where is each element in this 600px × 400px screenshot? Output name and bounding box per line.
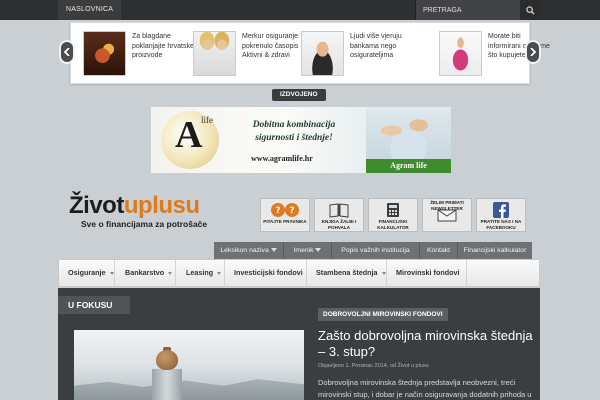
- subnav-item-kontakt[interactable]: Kontakt: [420, 242, 458, 259]
- subnav-item-imenik[interactable]: Imenik: [284, 242, 332, 259]
- mainnav-item-label: Mirovinski fondovi: [396, 268, 460, 277]
- quick-link-label: KNJIGA ŽALBI I POHVALA: [321, 219, 357, 230]
- nav-home-link[interactable]: NASLOVNICA: [58, 0, 122, 20]
- ad-banner[interactable]: A life Dobitna kombinacija sigurnosti i …: [151, 107, 451, 173]
- caret-down-icon: [381, 271, 386, 275]
- search-input[interactable]: [416, 0, 521, 20]
- featured-item-title[interactable]: Za blagdane poklanjajte hrvatske proizvo…: [132, 32, 198, 61]
- quick-link-calculator[interactable]: FINANCIJSKI KALKULATOR: [368, 198, 418, 232]
- quick-link-lawyer[interactable]: ? ? PITAJTE PRAVNIKA: [260, 198, 310, 232]
- article-excerpt: Dobrovoljna mirovinska štednja predstavl…: [318, 378, 532, 399]
- site-logo[interactable]: Životuplusu Sve o financijama za potroša…: [69, 193, 229, 231]
- logo-tagline: Sve o financijama za potrošače: [81, 219, 208, 229]
- banner-url: www.agramlife.hr: [251, 154, 313, 163]
- caret-down-icon: [217, 271, 222, 275]
- facebook-icon: [493, 202, 509, 218]
- article-meta: Objavljeno 1. Prosinac 2014. od Život u …: [318, 363, 429, 369]
- quick-link-label: FINANCIJSKI KALKULATOR: [377, 219, 409, 230]
- article-headline[interactable]: Zašto dobrovoljna mirovinska štednja – 3…: [318, 328, 533, 360]
- article-category[interactable]: DOBROVOLJNI MIROVINSKI FONDOVI: [318, 308, 448, 321]
- caret-down-icon: [109, 271, 114, 275]
- banner-logo-letter: A: [175, 114, 203, 156]
- mainnav-item-label: Stambena štednja: [316, 268, 378, 277]
- featured-tab-label: IZDVOJENO: [272, 89, 326, 101]
- banner-slogan: Dobitna kombinacija sigurnosti i štednje…: [252, 120, 336, 143]
- featured-item-title[interactable]: Merkur osiguranje pokrenulo časopis Akti…: [242, 32, 308, 61]
- mainnav-item-label: Bankarstvo: [125, 268, 165, 277]
- ask-lawyer-icon: ? ?: [271, 203, 299, 217]
- search-icon: [525, 5, 535, 15]
- subnav-item-kalkulator[interactable]: Financijski kalkulator: [458, 242, 532, 259]
- mainnav-item-label: Osiguranje: [68, 268, 106, 277]
- subnav-item-label: Imenik: [293, 247, 314, 254]
- mainnav-item-label: Leasing: [186, 268, 214, 277]
- logo-part-2: uplusu: [123, 192, 200, 219]
- quick-link-label: PITAJTE PRAVNIKA: [263, 219, 307, 224]
- featured-thumbnail[interactable]: [193, 31, 236, 76]
- chevron-right-icon: [530, 48, 536, 56]
- focus-section: U FOKUSU DOBROVOLJNI MIROVINSKI FONDOVI …: [58, 288, 540, 400]
- featured-slider: Za blagdane poklanjajte hrvatske proizvo…: [70, 22, 550, 84]
- mainnav-item-label: Investicijski fondovi: [234, 268, 303, 277]
- top-bar: NASLOVNICA: [0, 0, 600, 20]
- subnav-item-label: Leksikon naziva: [220, 247, 269, 254]
- featured-item-title[interactable]: Ljudi više vjeruju bankama nego osigurat…: [350, 32, 416, 61]
- calculator-icon: [387, 203, 399, 217]
- photo-pillar: [152, 369, 182, 400]
- book-icon: [329, 203, 349, 218]
- photo-pot: [156, 350, 178, 370]
- featured-thumbnail[interactable]: [301, 31, 344, 76]
- mainnav-item-stambena[interactable]: Stambena štednja: [307, 260, 387, 286]
- banner-family-photo: [366, 107, 451, 159]
- secondary-nav: Leksikon naziva Imenik Popis važnih inst…: [214, 242, 532, 259]
- section-title: U FOKUSU: [58, 296, 130, 314]
- quick-link-complaints[interactable]: KNJIGA ŽALBI I POHVALA: [314, 198, 364, 232]
- article-image[interactable]: [74, 330, 304, 400]
- mainnav-item-leasing[interactable]: Leasing: [177, 260, 225, 286]
- subnav-item-leksikon[interactable]: Leksikon naziva: [214, 242, 284, 259]
- mainnav-item-investicijski[interactable]: Investicijski fondovi: [225, 260, 307, 301]
- quick-link-label: ŽELIM PRIMATI NEWSLETTER: [430, 200, 464, 211]
- slider-prev-button[interactable]: [59, 40, 75, 64]
- quick-link-label: PRATITE NAS I NA FACEBOOKU: [480, 219, 522, 230]
- featured-thumbnail[interactable]: [439, 31, 482, 76]
- quick-link-newsletter[interactable]: ŽELIM PRIMATI NEWSLETTER: [422, 198, 472, 232]
- quick-link-facebook[interactable]: PRATITE NAS I NA FACEBOOKU: [476, 198, 526, 232]
- svg-text:?: ?: [289, 206, 294, 216]
- svg-text:?: ?: [275, 206, 280, 216]
- subnav-item-institucije[interactable]: Popis važnih institucija: [332, 242, 420, 259]
- caret-down-icon: [168, 271, 173, 275]
- banner-logo-word: life: [201, 115, 213, 125]
- chevron-left-icon: [64, 48, 70, 56]
- chevron-down-icon: [270, 248, 277, 252]
- mainnav-item-bankarstvo[interactable]: Bankarstvo: [116, 260, 176, 286]
- mainnav-item-osiguranje[interactable]: Osiguranje: [59, 260, 115, 286]
- mainnav-item-mirovinski[interactable]: Mirovinski fondovi: [387, 260, 467, 301]
- logo-part-1: Život: [69, 192, 124, 219]
- chevron-down-icon: [315, 248, 322, 252]
- photo-hills: [74, 379, 304, 400]
- slider-next-button[interactable]: [525, 40, 541, 64]
- featured-thumbnail[interactable]: [83, 31, 126, 76]
- search-button[interactable]: [520, 0, 540, 20]
- banner-brand: Agram life: [366, 159, 451, 173]
- main-nav: Osiguranje Bankarstvo Leasing Investicij…: [58, 259, 540, 301]
- featured-item-title[interactable]: Morate biti informirani o onome što kupu…: [488, 32, 554, 61]
- search-box: [415, 0, 540, 20]
